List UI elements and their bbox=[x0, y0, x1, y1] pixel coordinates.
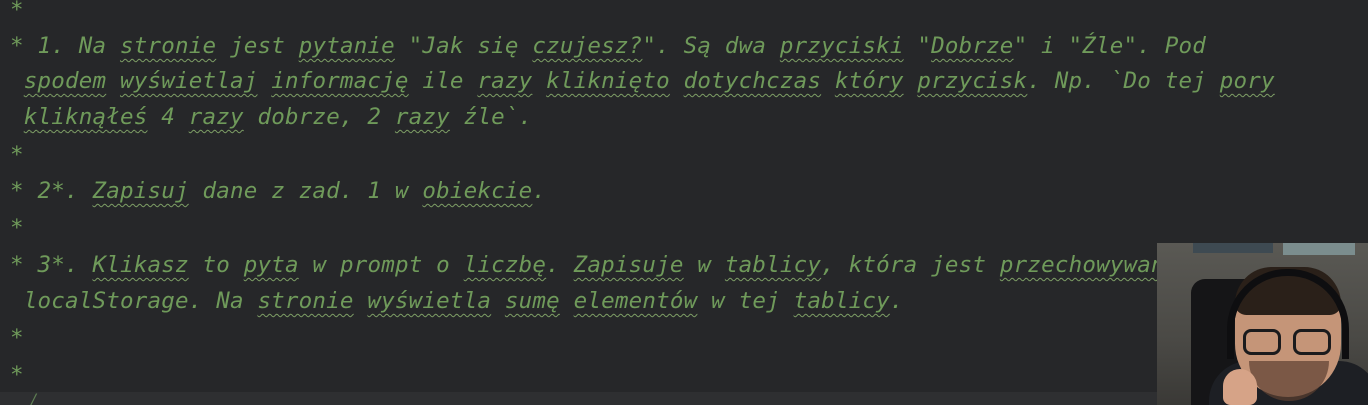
line-8-text: localStorage. Na stronie wyświetla sumę … bbox=[10, 288, 904, 314]
comment-line-10: * bbox=[10, 362, 24, 388]
spellcheck-word: tablicy bbox=[724, 252, 822, 278]
comment-line-9: * bbox=[10, 325, 24, 351]
spellcheck-word: informację bbox=[271, 68, 409, 94]
spellcheck-word: elementów bbox=[573, 288, 698, 314]
spellcheck-word: kliknięto bbox=[546, 68, 670, 94]
spellcheck-word: czujesz? bbox=[532, 33, 643, 59]
comment-line-4: * bbox=[10, 142, 24, 168]
comment-line-6: * bbox=[10, 215, 24, 241]
picture-frame-icon bbox=[1283, 243, 1355, 255]
spellcheck-word: spodem bbox=[23, 68, 107, 94]
spellcheck-word: Zapisuje bbox=[573, 252, 684, 278]
line-1-text: * 1. Na stronie jest pytanie "Jak się cz… bbox=[10, 33, 1207, 59]
line-2-text: spodem wyświetlaj informację ile razy kl… bbox=[23, 68, 1275, 94]
spellcheck-word: przyciski bbox=[779, 33, 904, 59]
line-7-text: * 3*. Klikasz to pyta w prompt o liczbę.… bbox=[10, 252, 1179, 278]
spellcheck-word: liczbę bbox=[463, 252, 547, 278]
spellcheck-word: pytanie bbox=[298, 33, 395, 59]
comment-line-7: * 3*. Klikasz to pyta w prompt o liczbę.… bbox=[10, 247, 1179, 283]
partial-bottom-text: / bbox=[30, 392, 39, 405]
spellcheck-word: Klikasz bbox=[92, 252, 189, 278]
partial-bottom-line: / bbox=[0, 392, 1157, 405]
spellcheck-word: który bbox=[834, 68, 904, 94]
spellcheck-word: pory bbox=[1219, 68, 1275, 94]
spellcheck-word: sumę bbox=[504, 288, 560, 314]
spellcheck-word: razy bbox=[188, 104, 244, 130]
spellcheck-word: wyświetlaj bbox=[119, 68, 258, 94]
spellcheck-word: wyświetla bbox=[367, 288, 492, 314]
line-5-text: * 2*. Zapisuj dane z zad. 1 w obiekcie. bbox=[10, 178, 547, 204]
picture-frame-icon bbox=[1193, 243, 1273, 253]
comment-line-1: * 1. Na stronie jest pytanie "Jak się cz… bbox=[10, 28, 1206, 64]
webcam-overlay bbox=[1157, 243, 1368, 405]
comment-line-8: localStorage. Na stronie wyświetla sumę … bbox=[10, 283, 904, 319]
line-3-text: kliknąłeś 4 razy dobrze, 2 razy źle`. bbox=[23, 104, 533, 130]
comment-line-0: * bbox=[10, 0, 24, 23]
spellcheck-word: Dobrze bbox=[931, 33, 1014, 59]
comment-line-5: * 2*. Zapisuj dane z zad. 1 w obiekcie. bbox=[10, 173, 546, 209]
spellcheck-word: stronie bbox=[257, 288, 354, 314]
spellcheck-word: tablicy bbox=[793, 288, 890, 314]
spellcheck-word: pyta bbox=[243, 252, 299, 278]
spellcheck-word: kliknąłeś bbox=[23, 104, 148, 130]
spellcheck-word: stronie bbox=[119, 33, 217, 59]
code-editor[interactable]: * * 1. Na stronie jest pytanie "Jak się … bbox=[0, 0, 1368, 405]
glasses-icon bbox=[1243, 329, 1335, 357]
spellcheck-word: razy bbox=[477, 68, 533, 94]
spellcheck-word: razy bbox=[394, 104, 450, 130]
spellcheck-word: Zapisuj bbox=[92, 178, 189, 204]
spellcheck-word: przycisk bbox=[917, 68, 1028, 94]
glasses-right-lens bbox=[1293, 329, 1331, 355]
spellcheck-word: przechowywana bbox=[999, 252, 1179, 278]
person-hand bbox=[1223, 369, 1257, 405]
comment-line-2: spodem wyświetlaj informację ile razy kl… bbox=[10, 63, 1275, 99]
spellcheck-word: dotychczas bbox=[683, 68, 822, 94]
glasses-left-lens bbox=[1243, 329, 1281, 355]
spellcheck-word: obiekcie bbox=[422, 178, 533, 204]
comment-line-3: kliknąłeś 4 razy dobrze, 2 razy źle`. bbox=[10, 99, 532, 135]
